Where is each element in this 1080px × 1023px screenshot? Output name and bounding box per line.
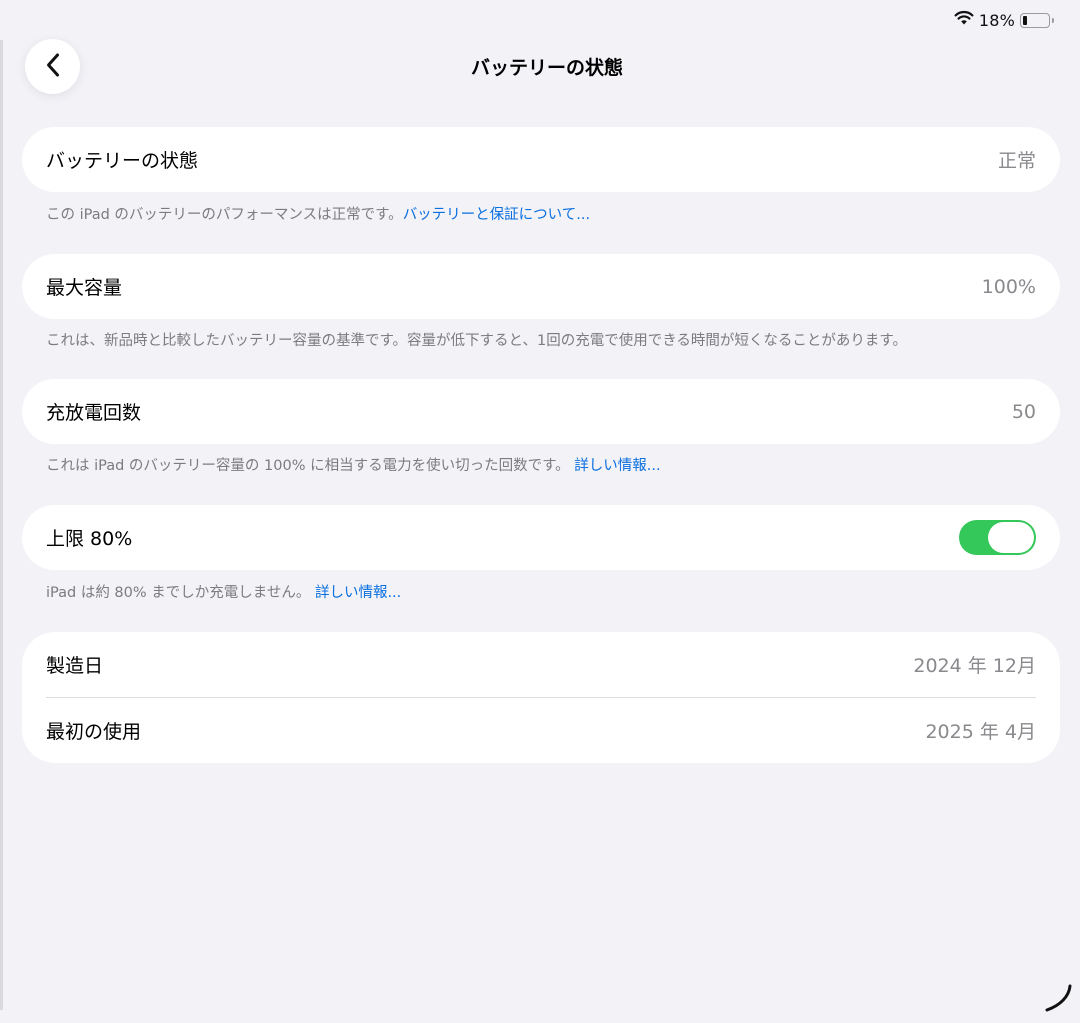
status-bar: 18%	[954, 9, 1054, 31]
health-row[interactable]: バッテリーの状態 正常	[22, 127, 1060, 192]
cycles-row: 充放電回数 50	[22, 379, 1060, 444]
limit-note: iPad は約 80% までしか充電しません。	[46, 585, 311, 601]
limit-row: 上限 80%	[22, 505, 1060, 570]
wifi-icon	[954, 10, 974, 30]
first-use-row: 最初の使用 2025 年 4月	[22, 698, 1060, 763]
capacity-group: 最大容量 100%	[22, 254, 1060, 319]
warranty-link[interactable]: バッテリーと保証について...	[403, 207, 590, 223]
cycles-value: 50	[1011, 400, 1036, 423]
capacity-note: これは、新品時と比較したバッテリー容量の基準です。容量が低下すると、1回の充電で…	[46, 333, 907, 349]
toggle-knob	[988, 522, 1034, 553]
capacity-row: 最大容量 100%	[22, 254, 1060, 319]
cycles-footnote: これは iPad のバッテリー容量の 100% に相当する電力を使い切った回数で…	[46, 454, 661, 475]
manufactured-value: 2024 年 12月	[913, 655, 1036, 677]
battery-icon	[1020, 12, 1054, 28]
battery-health-screen: 18% バッテリーの状態 バッテリーの状態 正常 この iPad のバッテリーの…	[0, 0, 1080, 1023]
cycles-note: これは iPad のバッテリー容量の 100% に相当する電力を使い切った回数で…	[46, 458, 570, 474]
cycles-group: 充放電回数 50	[22, 379, 1060, 444]
limit-footnote: iPad は約 80% までしか充電しません。 詳しい情報...	[46, 581, 401, 602]
left-edge-divider	[0, 40, 3, 1010]
first-use-value: 2025 年 4月	[925, 721, 1036, 743]
capacity-label: 最大容量	[46, 277, 123, 299]
cycles-label: 充放電回数	[46, 402, 142, 424]
manufactured-row: 製造日 2024 年 12月	[22, 632, 1060, 697]
battery-percent: 18%	[978, 10, 1015, 30]
cycles-learn-more-link[interactable]: 詳しい情報...	[574, 458, 660, 474]
health-footnote: この iPad のバッテリーのパフォーマンスは正常です。バッテリーと保証について…	[46, 203, 590, 224]
health-note: この iPad のバッテリーのパフォーマンスは正常です。	[46, 207, 403, 223]
page-title: バッテリーの状態	[470, 57, 623, 79]
first-use-label: 最初の使用	[46, 721, 142, 743]
health-label: バッテリーの状態	[46, 150, 199, 172]
capacity-footnote: これは、新品時と比較したバッテリー容量の基準です。容量が低下すると、1回の充電で…	[46, 329, 907, 350]
health-group: バッテリーの状態 正常	[22, 127, 1060, 192]
corner-stroke-icon	[1044, 983, 1074, 1017]
dates-group: 製造日 2024 年 12月 最初の使用 2025 年 4月	[22, 632, 1060, 763]
manufactured-label: 製造日	[46, 655, 104, 677]
capacity-value: 100%	[981, 275, 1036, 298]
limit-toggle[interactable]	[959, 520, 1036, 555]
limit-label: 上限 80%	[46, 528, 133, 550]
health-value: 正常	[997, 150, 1036, 172]
limit-group: 上限 80%	[22, 505, 1060, 570]
battery-fill	[1023, 15, 1027, 25]
limit-learn-more-link[interactable]: 詳しい情報...	[315, 585, 401, 601]
